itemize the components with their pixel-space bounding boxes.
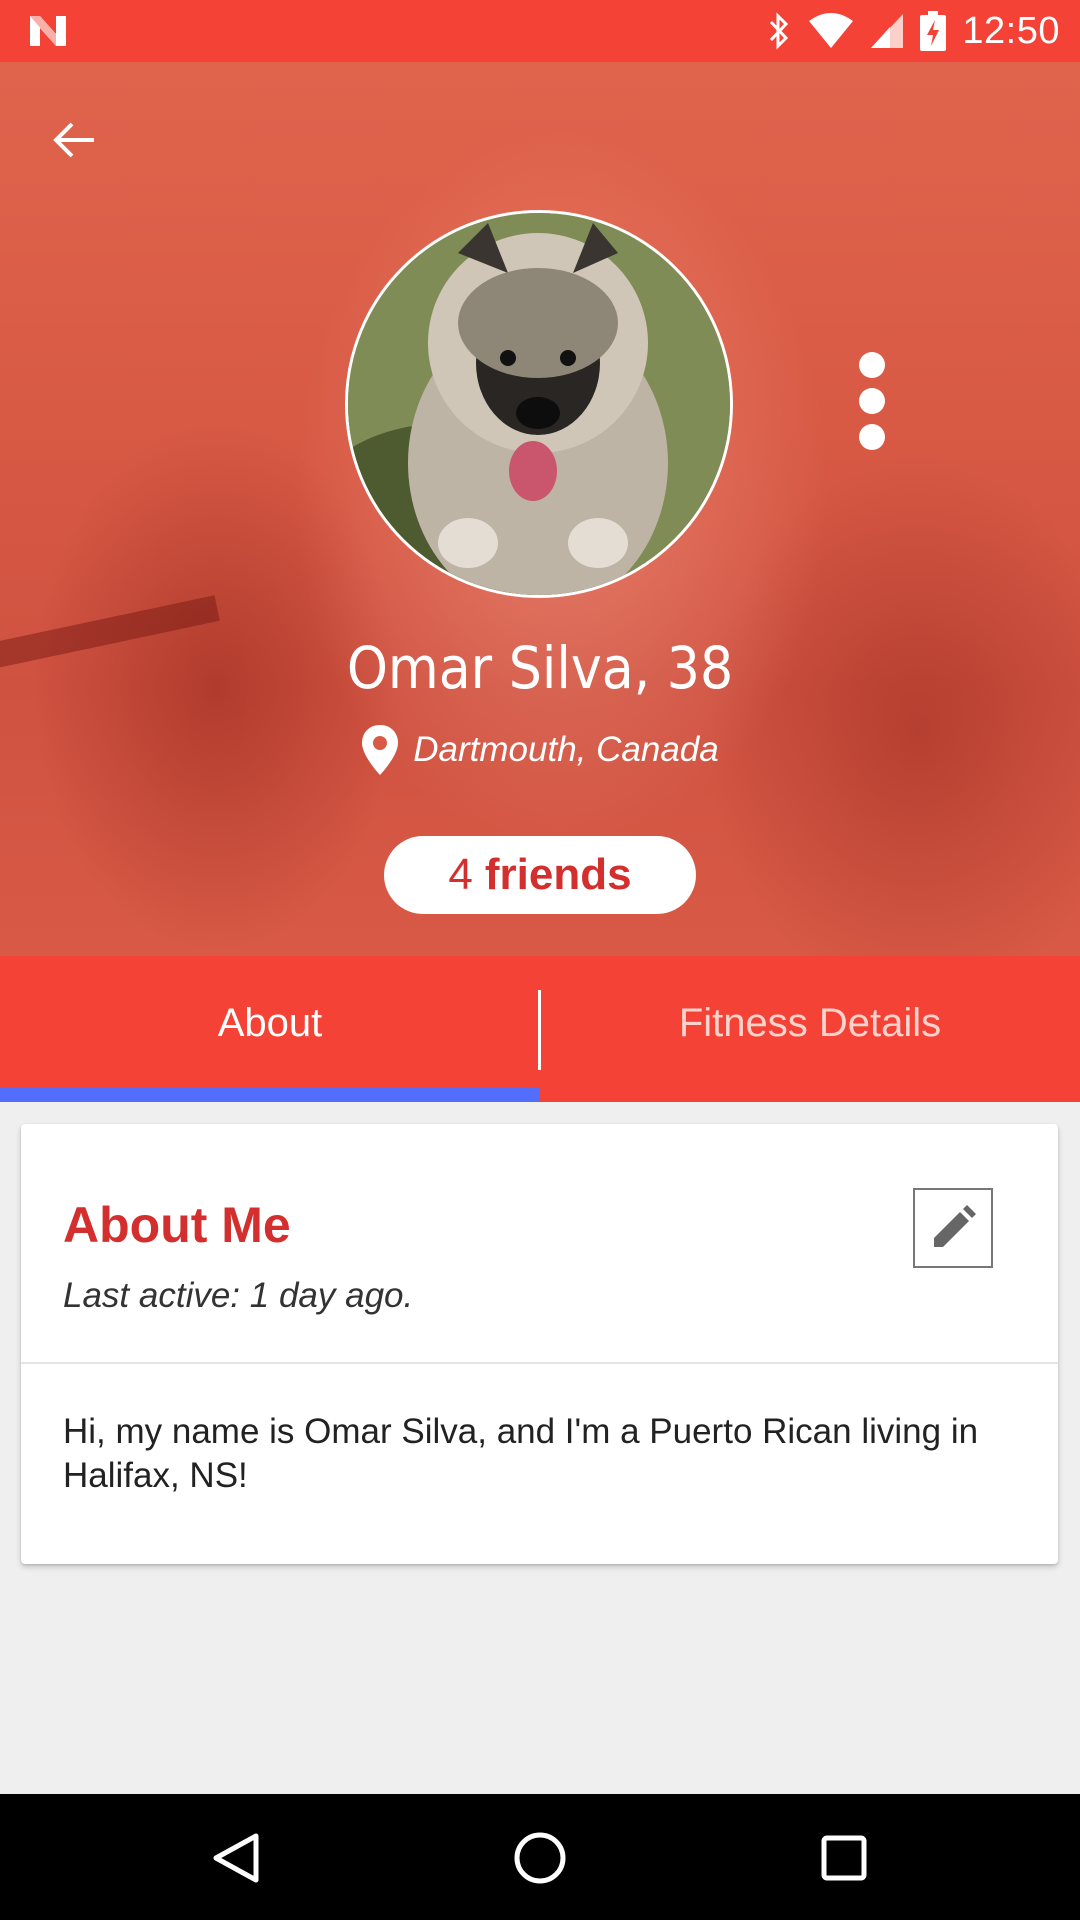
more-vert-dot (859, 388, 885, 414)
tab-bar: About Fitness Details (0, 956, 1080, 1102)
more-vert-icon (859, 352, 885, 378)
back-triangle-icon (213, 1833, 259, 1883)
tab-fitness-details-label: Fitness Details (678, 1000, 942, 1045)
card-divider (21, 1362, 1058, 1364)
bluetooth-icon (770, 12, 789, 50)
edit-button[interactable] (913, 1188, 993, 1268)
location-pin-icon (362, 725, 399, 775)
friends-button[interactable]: 4 friends (384, 836, 696, 914)
dog-photo (348, 213, 730, 595)
nav-recents-button[interactable] (812, 1826, 876, 1890)
tab-indicator (0, 1088, 540, 1102)
nav-home-button[interactable] (508, 1826, 572, 1890)
more-options-button[interactable] (852, 352, 892, 472)
nav-back-button[interactable] (204, 1826, 268, 1890)
location-label: Dartmouth, Canada (413, 730, 719, 769)
about-body-text: Hi, my name is Omar Silva, and I'm a Pue… (63, 1412, 979, 1495)
tab-about-label: About (217, 1000, 323, 1045)
status-bar: 12:50 (0, 0, 1080, 62)
tab-about[interactable]: About (0, 956, 540, 1090)
battery-charging-icon (920, 11, 947, 51)
more-vert-dot (859, 424, 885, 450)
arrow-back-icon (53, 122, 94, 158)
profile-name: Omar Silva, 38 (346, 634, 734, 702)
n-logo-icon (30, 16, 66, 46)
recents-square-icon (821, 1835, 867, 1881)
status-icons: 12:50 (766, 0, 1060, 62)
back-button[interactable] (44, 110, 104, 170)
about-card: About Me Last active: 1 day ago. Hi, my … (21, 1124, 1058, 1564)
status-clock: 12:50 (962, 9, 1060, 52)
avatar[interactable] (345, 210, 733, 598)
navigation-bar (0, 1794, 1080, 1920)
tab-fitness-details[interactable]: Fitness Details (540, 956, 1080, 1090)
tab-divider (538, 990, 541, 1070)
signal-icon (871, 14, 904, 48)
wifi-icon (809, 13, 854, 48)
pencil-icon (934, 1205, 976, 1247)
friends-count: 4 (448, 850, 473, 899)
last-active-text: Last active: 1 day ago. (63, 1276, 414, 1315)
profile-header: Omar Silva, 38 Dartmouth, Canada 4 frien… (0, 62, 1080, 956)
card-title: About Me (63, 1197, 291, 1253)
profile-location: Dartmouth, Canada (0, 724, 1080, 776)
home-circle-icon (514, 1832, 566, 1884)
friends-label: friends (484, 850, 632, 899)
